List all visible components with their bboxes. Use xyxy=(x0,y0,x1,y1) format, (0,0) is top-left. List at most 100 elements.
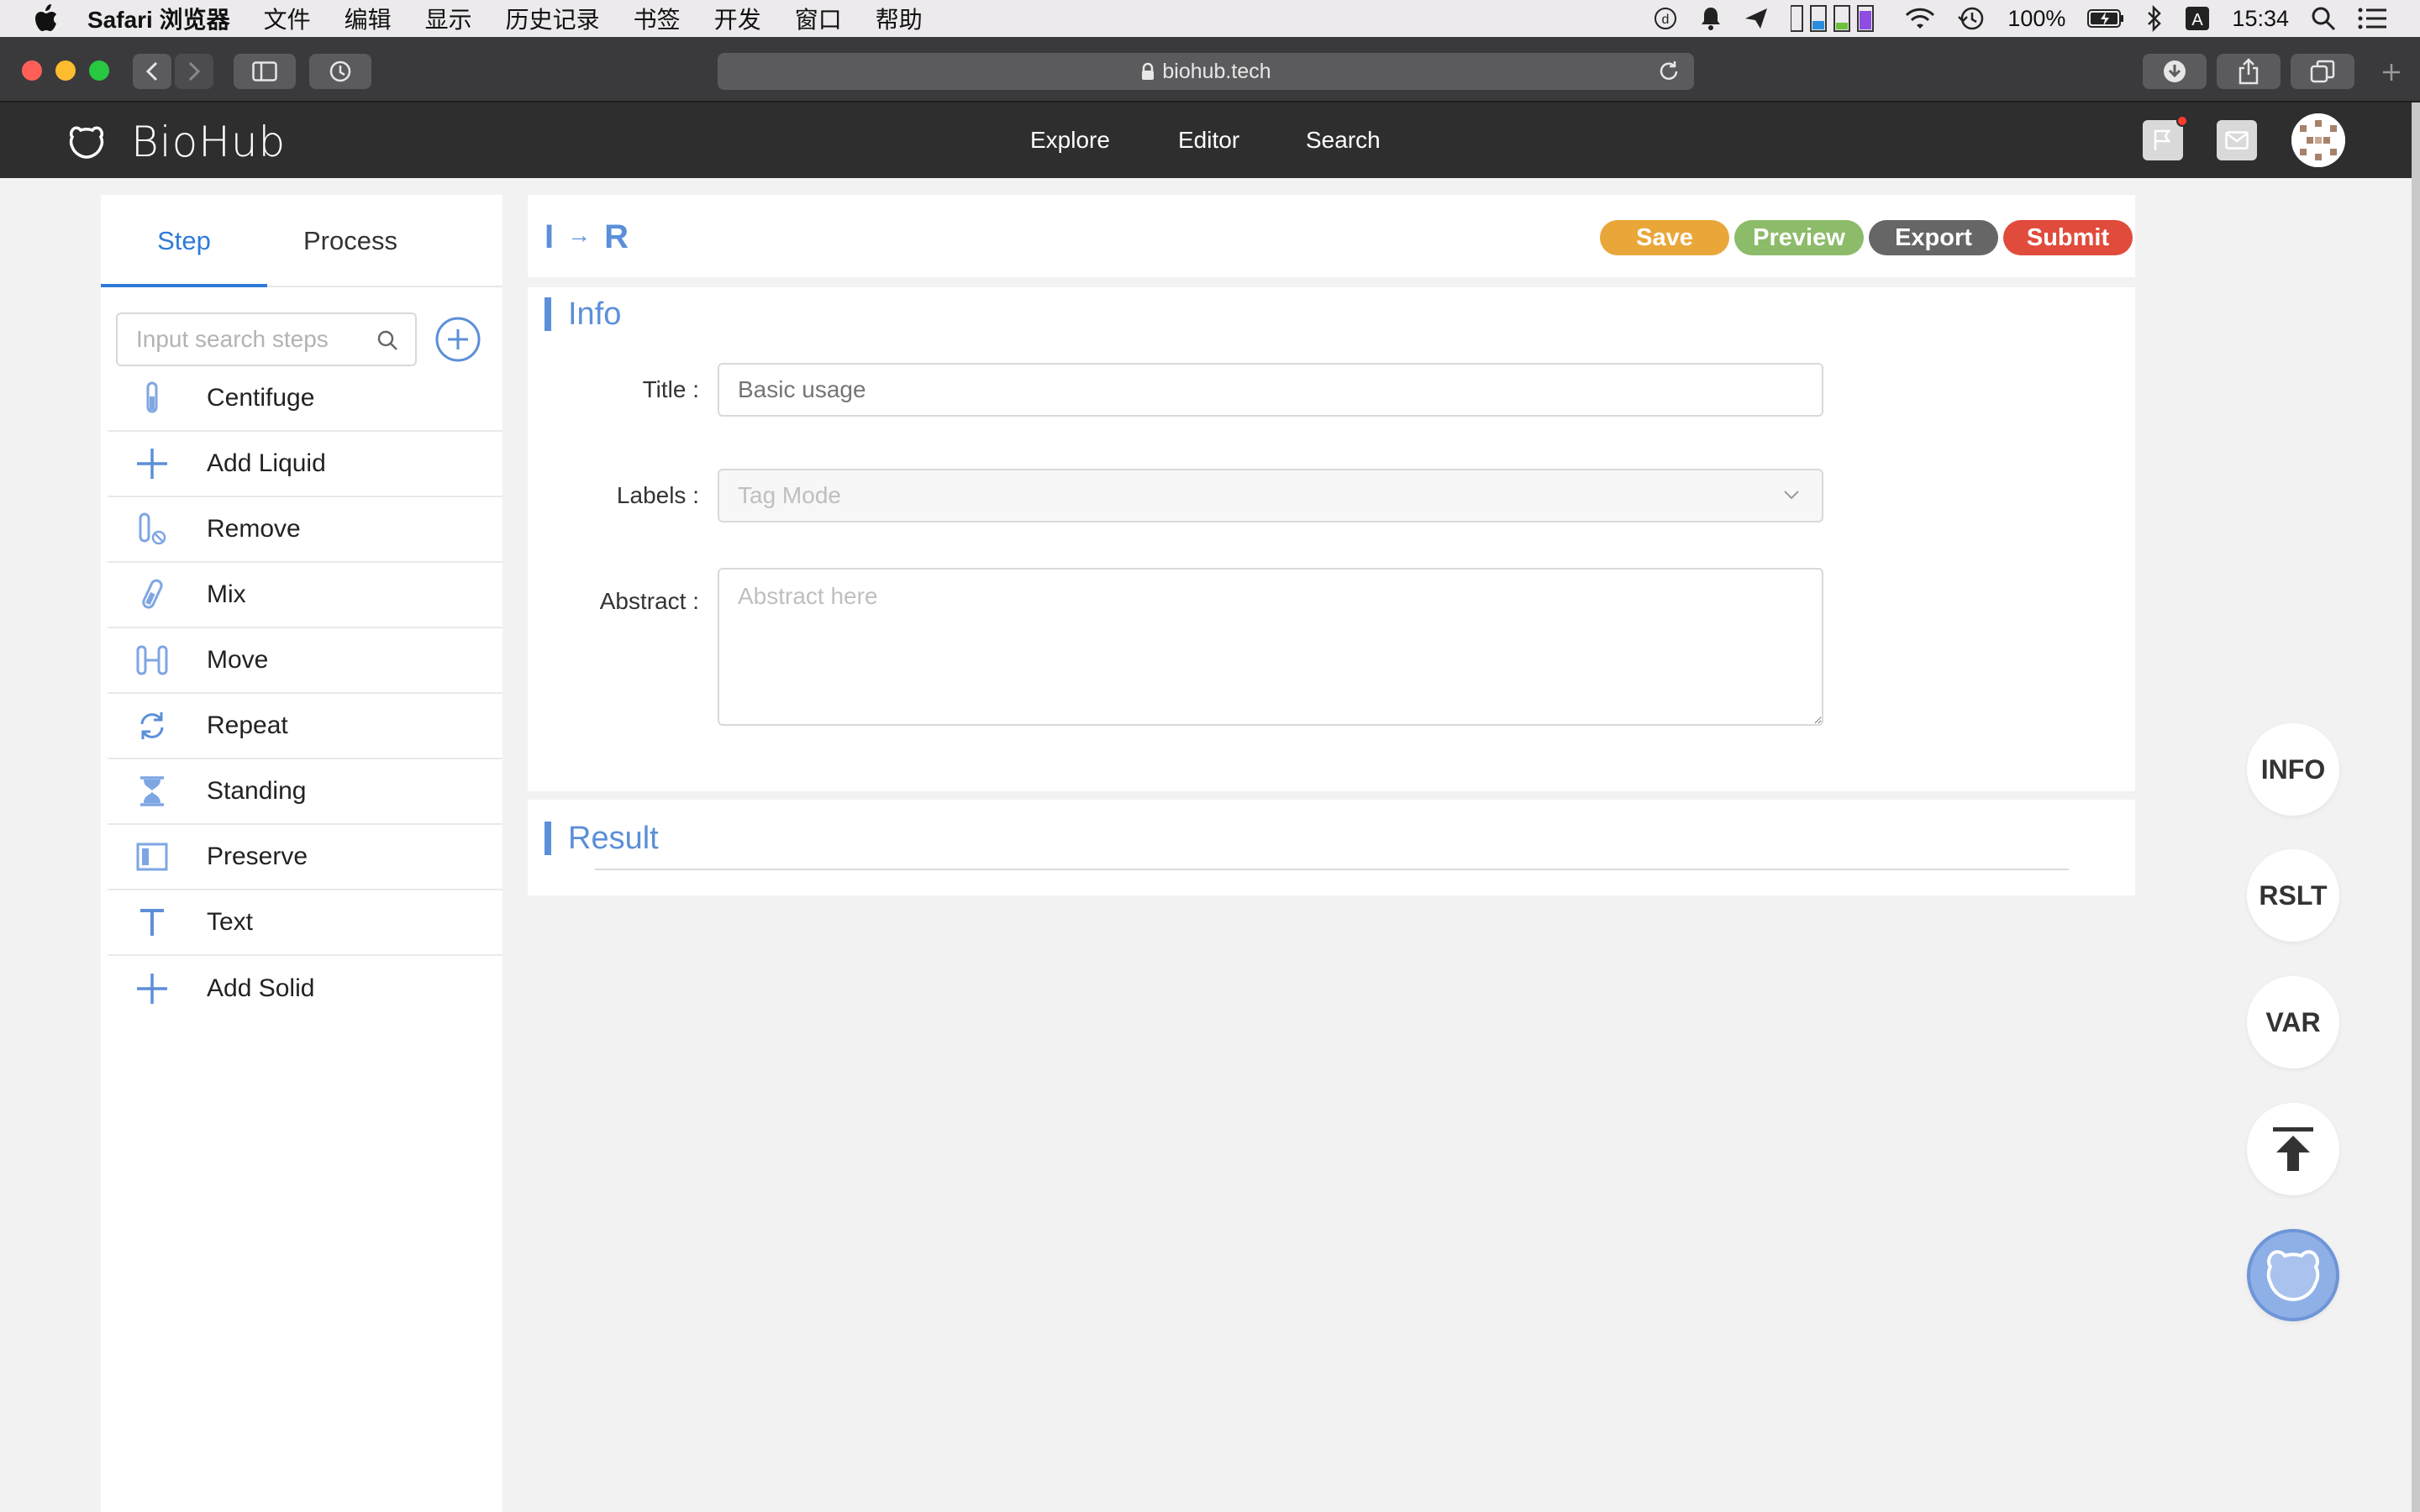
list-item[interactable]: Text xyxy=(108,890,502,956)
bluetooth-icon[interactable] xyxy=(2146,5,2163,32)
menu-develop[interactable]: 开发 xyxy=(714,2,761,35)
labels-placeholder: Tag Mode xyxy=(738,482,841,508)
clock-icon xyxy=(329,60,351,82)
labels-select[interactable]: Tag Mode xyxy=(718,469,1823,522)
bear-icon xyxy=(2266,1250,2320,1302)
flow-indicator: I → R xyxy=(544,218,629,256)
repeat-icon xyxy=(134,708,170,743)
send-plane-icon[interactable] xyxy=(1744,7,1769,30)
history-button[interactable] xyxy=(309,54,371,89)
menu-window[interactable]: 窗口 xyxy=(795,2,842,35)
preview-button[interactable]: Preview xyxy=(1734,220,1864,255)
step-search-input[interactable] xyxy=(136,314,380,365)
title-label: Title : xyxy=(642,376,699,402)
avatar[interactable] xyxy=(2291,113,2345,167)
battery-icon[interactable] xyxy=(2087,8,2124,29)
list-item-label: Text xyxy=(207,908,254,936)
spotlight-search-icon[interactable] xyxy=(2311,6,2336,31)
menubar-clock[interactable]: 15:34 xyxy=(2232,6,2289,32)
menu-file[interactable]: 文件 xyxy=(264,2,311,35)
export-button[interactable]: Export xyxy=(1869,220,1998,255)
time-machine-icon[interactable] xyxy=(1957,5,1986,32)
downloads-button[interactable] xyxy=(2143,54,2207,89)
notifications-button[interactable] xyxy=(2143,115,2188,160)
system-monitor-icon[interactable] xyxy=(1791,4,1883,33)
nav-explore[interactable]: Explore xyxy=(1030,102,1110,178)
list-item[interactable]: Centifuge xyxy=(108,366,502,432)
step-panel: Step Process Centifuge Add Liquid Remove xyxy=(101,195,502,1512)
forward-button[interactable] xyxy=(175,54,213,89)
dictionary-icon[interactable]: d xyxy=(1653,6,1678,31)
result-section: Result xyxy=(528,800,2135,895)
nav-editor[interactable]: Editor xyxy=(1178,102,1239,178)
list-item-label: Repeat xyxy=(207,711,288,739)
list-item[interactable]: Repeat xyxy=(108,694,502,759)
window-close-button[interactable] xyxy=(22,60,42,81)
share-button[interactable] xyxy=(2217,54,2281,89)
menu-app-name[interactable]: Safari 浏览器 xyxy=(87,2,230,35)
wifi-icon[interactable] xyxy=(1905,7,1935,30)
window-zoom-button[interactable] xyxy=(89,60,109,81)
mix-tube-icon xyxy=(134,577,170,612)
result-shortcut-button[interactable]: RSLT xyxy=(2247,849,2339,942)
text-icon xyxy=(134,905,170,940)
menu-bookmarks[interactable]: 书签 xyxy=(634,2,681,35)
site-header: BioHub Explore Editor Search xyxy=(0,102,2412,178)
menu-view[interactable]: 显示 xyxy=(425,2,472,35)
list-item[interactable]: Move xyxy=(108,628,502,694)
add-step-button[interactable] xyxy=(434,316,481,363)
arrow-to-top-icon xyxy=(2273,1127,2313,1171)
abstract-field[interactable] xyxy=(718,568,1823,726)
window-edge xyxy=(2412,102,2420,1512)
list-item[interactable]: Standing xyxy=(108,759,502,825)
info-heading-text: Info xyxy=(568,296,622,332)
address-bar[interactable]: biohub.tech xyxy=(718,53,1694,90)
abstract-label: Abstract : xyxy=(599,588,699,614)
messages-button[interactable] xyxy=(2217,120,2257,160)
tabs-icon xyxy=(2310,60,2335,83)
step-list: Centifuge Add Liquid Remove Mix Move Rep… xyxy=(108,366,502,1021)
new-tab-button[interactable] xyxy=(2375,54,2408,91)
notification-center-icon[interactable] xyxy=(2358,8,2386,29)
test-tube-icon xyxy=(134,381,170,416)
tab-step[interactable]: Step xyxy=(101,195,267,287)
list-item-label: Mix xyxy=(207,580,246,608)
notification-bell-icon[interactable] xyxy=(1700,6,1722,31)
input-source-icon[interactable]: A xyxy=(2185,6,2210,31)
assistant-bear-button[interactable] xyxy=(2247,1229,2339,1321)
apple-icon[interactable] xyxy=(34,4,59,33)
title-field[interactable] xyxy=(718,363,1823,417)
list-item-label: Add Liquid xyxy=(207,449,326,477)
brand-name: BioHub xyxy=(131,118,287,166)
window-minimize-button[interactable] xyxy=(55,60,76,81)
back-to-top-button[interactable] xyxy=(2247,1103,2339,1195)
result-divider xyxy=(595,869,2069,870)
search-icon[interactable] xyxy=(376,329,398,351)
tube-remove-icon xyxy=(134,512,170,547)
tab-process[interactable]: Process xyxy=(267,195,434,287)
biohub-logo[interactable]: BioHub xyxy=(66,118,286,166)
sidebar-toggle-button[interactable] xyxy=(234,54,296,89)
menu-history[interactable]: 历史记录 xyxy=(506,2,600,35)
list-item-label: Remove xyxy=(207,515,301,543)
active-tab-indicator xyxy=(101,284,267,287)
nav-search[interactable]: Search xyxy=(1306,102,1381,178)
result-heading-text: Result xyxy=(568,820,659,856)
menu-edit[interactable]: 编辑 xyxy=(345,2,392,35)
list-item[interactable]: Mix xyxy=(108,563,502,628)
lock-icon xyxy=(1142,62,1155,80)
save-button[interactable]: Save xyxy=(1600,220,1729,255)
flow-arrow: → xyxy=(567,222,592,248)
tab-overview-button[interactable] xyxy=(2291,54,2354,89)
var-shortcut-button[interactable]: VAR xyxy=(2247,976,2339,1068)
menu-help[interactable]: 帮助 xyxy=(876,2,923,35)
submit-button[interactable]: Submit xyxy=(2003,220,2133,255)
list-item[interactable]: Add Liquid xyxy=(108,432,502,497)
info-shortcut-button[interactable]: INFO xyxy=(2247,723,2339,816)
list-item[interactable]: Remove xyxy=(108,497,502,563)
svg-text:A: A xyxy=(2192,11,2204,29)
list-item[interactable]: Add Solid xyxy=(108,956,502,1021)
list-item[interactable]: Preserve xyxy=(108,825,502,890)
back-button[interactable] xyxy=(133,54,171,89)
reload-icon[interactable] xyxy=(1657,60,1681,83)
